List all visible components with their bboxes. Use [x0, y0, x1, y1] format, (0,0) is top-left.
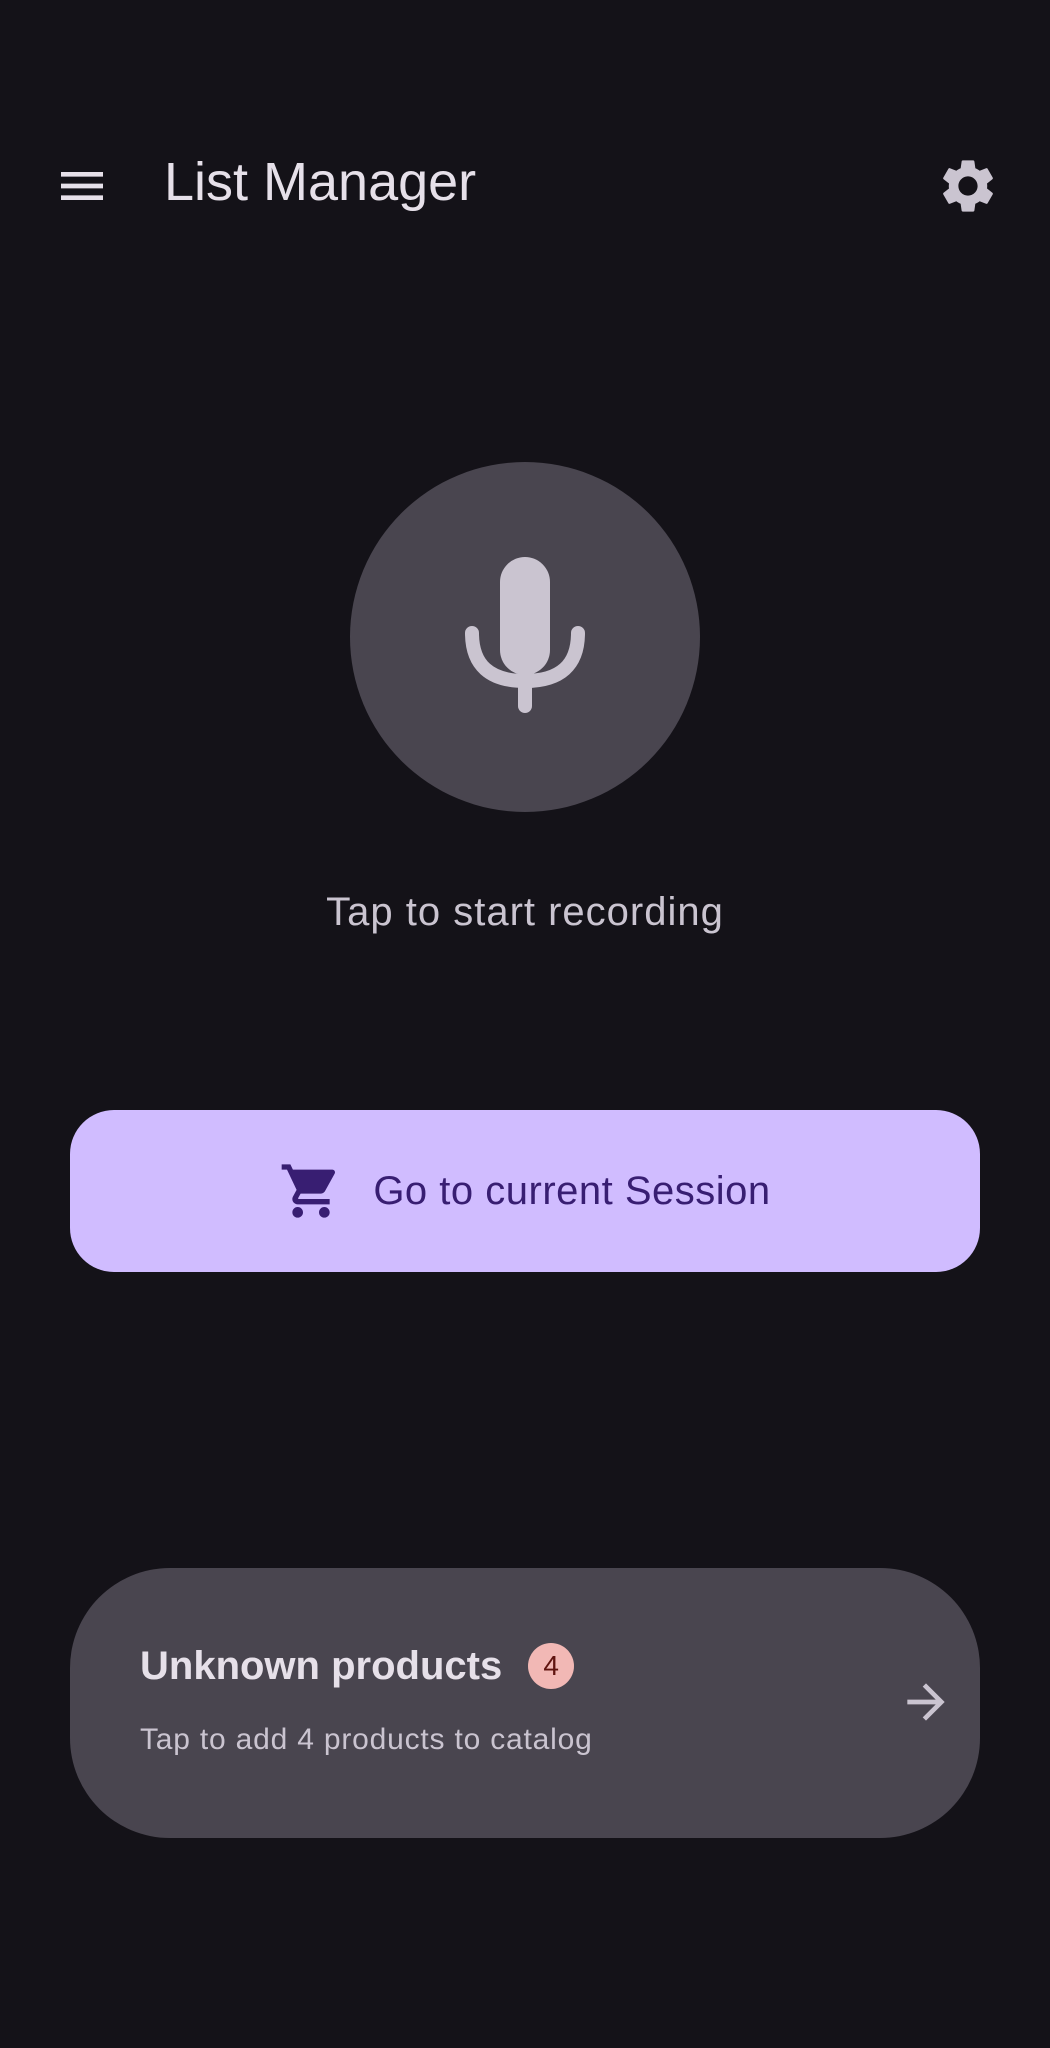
card-title-row: Unknown products 4 [140, 1638, 575, 1694]
settings-button[interactable] [924, 142, 1012, 230]
menu-button[interactable] [38, 142, 126, 230]
app-screen: List Manager Tap to start recording Go t… [0, 0, 1050, 2048]
shopping-cart-icon [279, 1159, 343, 1223]
record-hint: Tap to start recording [326, 890, 724, 934]
app-title: List Manager [164, 152, 477, 212]
menu-icon [61, 172, 103, 200]
gear-icon [943, 160, 993, 212]
go-to-session-button[interactable]: Go to current Session [70, 1110, 980, 1272]
unknown-products-count-badge: 4 [528, 1643, 575, 1689]
microphone-icon [465, 557, 585, 713]
go-to-session-label: Go to current Session [373, 1169, 771, 1213]
unknown-products-subtitle: Tap to add 4 products to catalog [140, 1723, 593, 1756]
unknown-products-title: Unknown products [140, 1644, 503, 1688]
top-app-bar: List Manager [0, 120, 1050, 240]
arrow-right-icon [894, 1670, 958, 1734]
unknown-products-card[interactable]: Unknown products 4 Tap to add 4 products… [70, 1568, 980, 1838]
record-button[interactable] [350, 462, 700, 812]
